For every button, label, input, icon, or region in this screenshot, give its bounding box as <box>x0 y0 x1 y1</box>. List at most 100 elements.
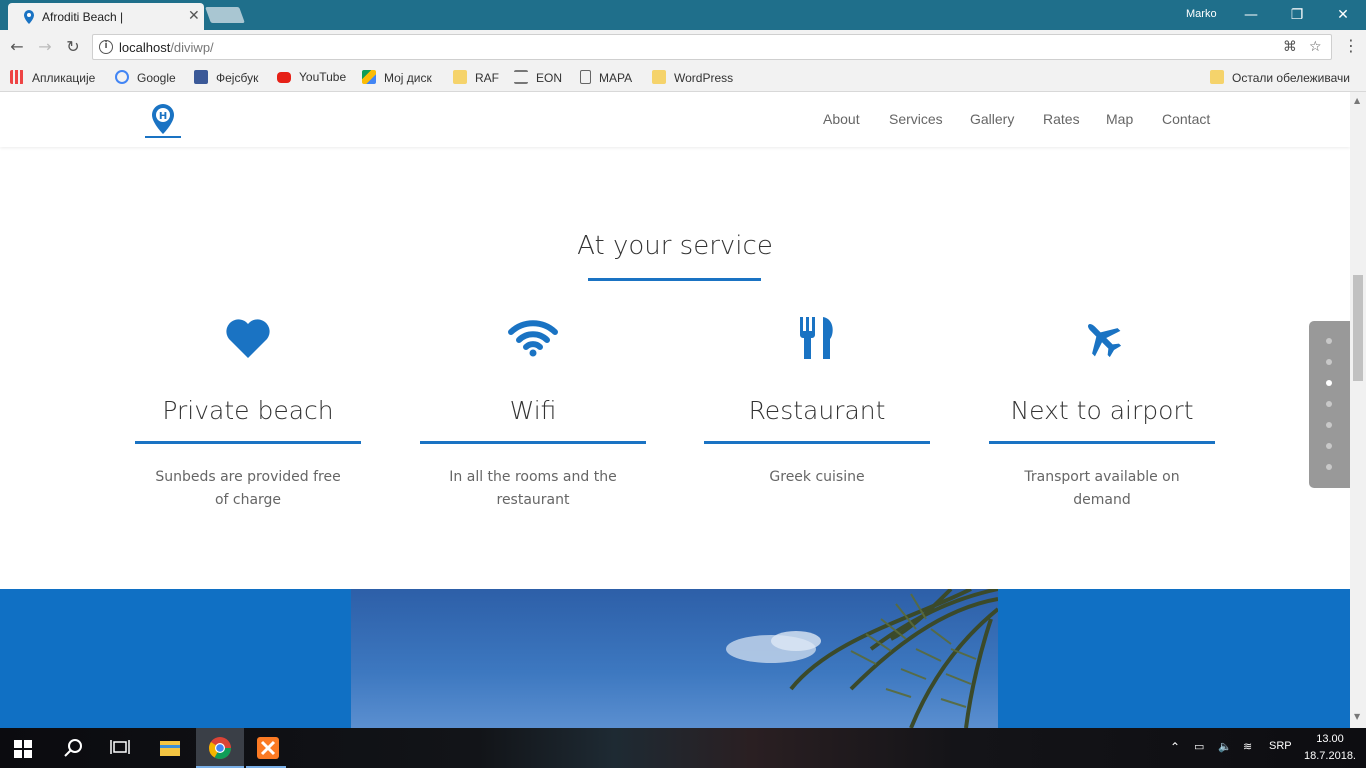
feature-description: Sunbeds are provided free of charge <box>155 469 341 508</box>
bookmark-raf[interactable]: RAF <box>453 70 499 85</box>
network-icon[interactable]: ≋ <box>1243 740 1252 753</box>
nav-contact[interactable]: Contact <box>1162 111 1210 127</box>
bookmarks-bar: Апликације Google Фејсбук YouTube Мој ди… <box>0 64 1366 92</box>
restore-icon[interactable]: ❐ <box>1274 4 1320 26</box>
tray-chevron-icon[interactable]: ⌃ <box>1170 740 1180 754</box>
bookmark-drive[interactable]: Мој диск <box>362 70 432 85</box>
nav-about[interactable]: About <box>823 111 860 127</box>
feature-description: In all the rooms and the restaurant <box>449 469 617 508</box>
address-bar[interactable]: i localhost/diviwp/ ⌘ ☆ <box>92 34 1332 60</box>
bookmark-apps[interactable]: Апликације <box>10 70 95 85</box>
dot-nav-item-active[interactable] <box>1326 380 1332 386</box>
bookmark-wordpress[interactable]: WordPress <box>652 70 733 85</box>
minimize-icon[interactable]: — <box>1228 4 1274 26</box>
bookmark-google[interactable]: Google <box>115 70 176 85</box>
dot-nav-item[interactable] <box>1326 359 1332 365</box>
eon-icon <box>514 70 528 84</box>
task-view-icon[interactable] <box>108 736 132 760</box>
bookmark-eon[interactable]: EON <box>514 70 562 85</box>
back-icon[interactable]: ← <box>6 36 28 58</box>
language-indicator[interactable]: SRP <box>1269 740 1292 752</box>
palm-tree-image <box>726 589 998 728</box>
nav-rates[interactable]: Rates <box>1043 111 1080 127</box>
windows-taskbar: ⌃ ▭ 🔈 ≋ SRP 13.00 18.7.2018. <box>0 728 1366 768</box>
airplane-icon <box>1088 324 1122 358</box>
feature-restaurant: Restaurant Greek cuisine <box>704 312 930 489</box>
page-scrollbar[interactable]: ▲ ▼ <box>1350 92 1366 728</box>
bookmark-mapa[interactable]: MAPA <box>580 70 632 85</box>
heart-icon <box>226 319 270 358</box>
feature-title: Wifi <box>509 396 557 425</box>
feature-private-beach: Private beach Sunbeds are provided free … <box>135 312 361 512</box>
chrome-taskbar-active[interactable] <box>196 728 244 768</box>
dot-nav-item[interactable] <box>1326 464 1332 470</box>
page-icon <box>580 70 591 84</box>
section-title: At your service <box>577 231 773 261</box>
folder-icon <box>1210 70 1224 84</box>
chrome-icon <box>209 737 231 759</box>
restaurant-icon <box>800 317 833 359</box>
system-clock[interactable]: 13.00 18.7.2018. <box>1300 731 1360 765</box>
dot-nav-item[interactable] <box>1326 401 1332 407</box>
drive-icon <box>362 70 376 84</box>
forward-icon[interactable]: → <box>34 36 56 58</box>
scroll-up-icon[interactable]: ▲ <box>1354 96 1360 105</box>
folder-icon <box>652 70 666 84</box>
section-title-underline <box>588 278 761 281</box>
feature-underline <box>420 441 646 444</box>
reload-icon[interactable]: ↻ <box>62 36 84 58</box>
battery-icon[interactable]: ▭ <box>1194 740 1204 753</box>
map-pin-icon <box>24 10 34 24</box>
feature-description: Transport available on demand <box>1024 469 1180 508</box>
nav-map[interactable]: Map <box>1106 111 1133 127</box>
browser-tab-bar: Afroditi Beach | ✕ Marko — ❐ ✕ <box>0 0 1366 30</box>
bookmark-youtube[interactable]: YouTube <box>277 70 346 84</box>
feature-wifi: Wifi In all the rooms and the restaurant <box>420 312 646 512</box>
clock-date: 18.7.2018. <box>1304 750 1356 762</box>
feature-description: Greek cuisine <box>769 469 865 485</box>
nav-services[interactable]: Services <box>889 111 943 127</box>
info-icon[interactable]: i <box>99 40 113 54</box>
clock-time: 13.00 <box>1316 733 1344 745</box>
apps-grid-icon <box>10 70 24 84</box>
logo-map-pin-icon[interactable]: H <box>144 102 182 140</box>
feature-underline <box>989 441 1215 444</box>
feature-underline <box>135 441 361 444</box>
google-icon <box>115 70 129 84</box>
dot-nav-item[interactable] <box>1326 443 1332 449</box>
nav-gallery[interactable]: Gallery <box>970 111 1014 127</box>
bookmark-facebook[interactable]: Фејсбук <box>194 70 258 85</box>
facebook-icon <box>194 70 208 84</box>
dot-nav-item[interactable] <box>1326 422 1332 428</box>
browser-tab[interactable]: Afroditi Beach | ✕ <box>8 3 204 30</box>
feature-title: Next to airport <box>1010 396 1194 425</box>
search-icon[interactable] <box>62 736 86 760</box>
feature-airport: Next to airport Transport available on d… <box>989 312 1215 512</box>
user-name[interactable]: Marko <box>1186 8 1217 20</box>
youtube-icon <box>277 72 291 83</box>
scrollbar-thumb[interactable] <box>1353 275 1363 381</box>
close-tab-icon[interactable]: ✕ <box>188 8 200 24</box>
scroll-down-icon[interactable]: ▼ <box>1354 712 1360 721</box>
bookmark-star-icon[interactable]: ☆ <box>1309 39 1322 55</box>
feature-underline <box>704 441 930 444</box>
tab-title: Afroditi Beach | <box>42 10 124 24</box>
windows-start-icon[interactable] <box>14 740 32 758</box>
browser-toolbar: ← → ↻ i localhost/diviwp/ ⌘ ☆ ⋮ <box>0 30 1366 64</box>
chrome-menu-icon[interactable]: ⋮ <box>1343 36 1359 55</box>
folder-icon <box>453 70 467 84</box>
dot-nav-item[interactable] <box>1326 338 1332 344</box>
gallery-section <box>0 589 1350 728</box>
translate-icon[interactable]: ⌘ <box>1283 39 1297 55</box>
feature-title: Private beach <box>162 396 334 425</box>
feature-title: Restaurant <box>748 396 886 425</box>
volume-icon[interactable]: 🔈 <box>1218 740 1232 753</box>
xampp-icon[interactable] <box>256 736 280 760</box>
other-bookmarks[interactable]: Остали обележивачи <box>1210 70 1350 85</box>
new-tab-button[interactable] <box>205 7 245 23</box>
file-explorer-icon[interactable] <box>158 736 182 760</box>
url-text[interactable]: localhost/diviwp/ <box>119 40 214 55</box>
svg-text:H: H <box>159 111 167 122</box>
web-page: H About Services Gallery Rates Map Conta… <box>0 92 1350 728</box>
close-window-icon[interactable]: ✕ <box>1320 4 1366 26</box>
